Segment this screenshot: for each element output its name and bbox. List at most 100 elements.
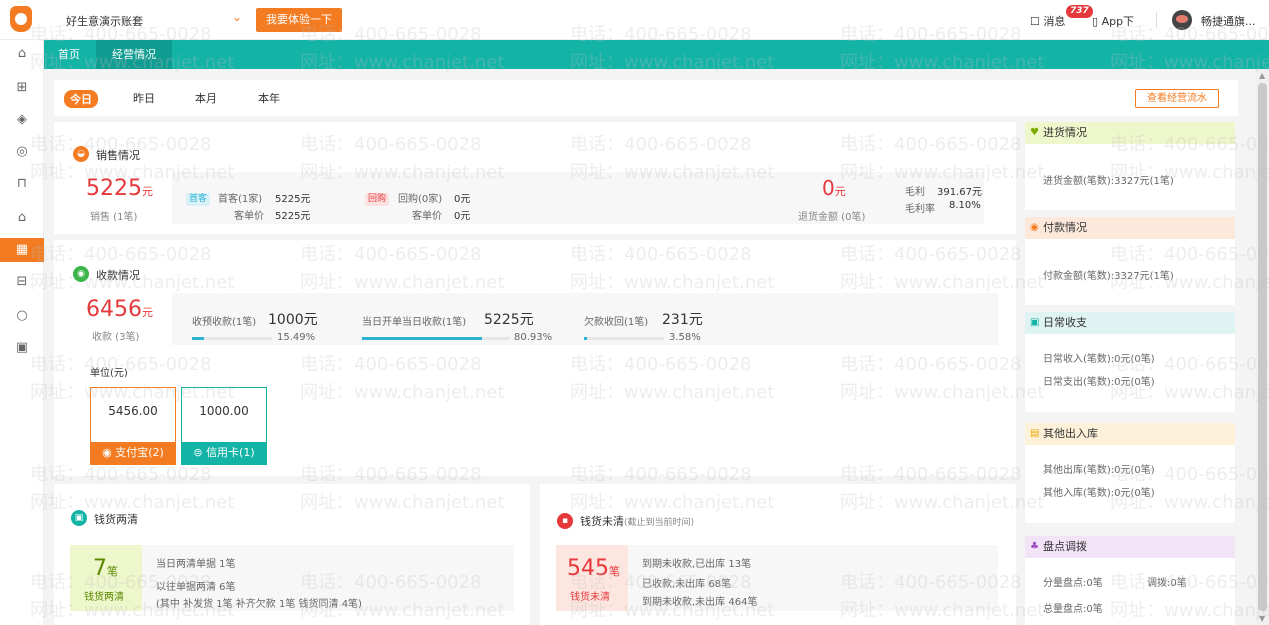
messages-link[interactable]: ☐ 消息	[1030, 13, 1065, 29]
warehouse-icon[interactable]: ⌂	[0, 206, 44, 230]
try-button[interactable]: 我要体验一下	[256, 8, 342, 32]
alipay-label: 支付宝(2)	[115, 446, 164, 459]
other-section[interactable]: ▤ 其他出入库 其他出库(笔数):0元(0笔) 其他入库(笔数):0元(0笔)	[1025, 423, 1235, 523]
payment-header: ◉ 付款情况	[1025, 217, 1235, 239]
username[interactable]: 畅捷通旗...	[1201, 13, 1256, 29]
first-avg-value: 5225元	[275, 211, 311, 222]
other-in: 其他入库(笔数):0元(0笔)	[1043, 488, 1155, 499]
account-selector[interactable]: 好生意演示账套	[66, 13, 143, 29]
shop-icon[interactable]: ◈	[0, 108, 44, 132]
credit-card-footer: ⊜ 信用卡(1)	[182, 442, 266, 464]
stock-partial: 分量盘点:0笔	[1043, 578, 1103, 589]
avatar[interactable]	[1172, 10, 1192, 30]
notes-icon[interactable]: ▣	[0, 336, 44, 360]
uncleared-line-2: 已收款,未出库 68笔	[642, 579, 732, 590]
period-year[interactable]: 本年	[258, 90, 280, 106]
return-count: 退货金额 (0笔)	[798, 212, 866, 223]
receipt-item-pct-1: 80.93%	[514, 332, 553, 343]
scroll-thumb[interactable]	[1258, 83, 1267, 611]
daily-section[interactable]: ▣ 日常收支 日常收入(笔数):0元(0笔) 日常支出(笔数):0元(0笔)	[1025, 312, 1235, 412]
view-flow-button[interactable]: 查看经营流水	[1135, 89, 1219, 108]
purchase-title: 进货情况	[1043, 126, 1087, 139]
receipt-item-value-0: 1000元	[268, 312, 318, 328]
stock-section[interactable]: ♣ 盘点调拨 分量盘点:0笔 调拨:0笔 总量盘点:0笔	[1025, 536, 1235, 625]
other-title: 其他出入库	[1043, 427, 1098, 440]
daily-title: 日常收支	[1043, 316, 1087, 329]
payment-title: 付款情况	[1043, 221, 1087, 234]
alipay-footer: ◉ 支付宝(2)	[91, 442, 175, 464]
receipt-item-pct-0: 15.49%	[277, 332, 316, 343]
first-avg-label: 客单价	[234, 211, 264, 222]
app-download-label: App下	[1101, 15, 1135, 28]
payment-section[interactable]: ◉ 付款情况 付款金额(笔数):3327元(1笔)	[1025, 217, 1235, 305]
cleared-line-1: 当日两清单据 1笔	[156, 559, 236, 570]
receipts-count: 收款 (3笔)	[92, 332, 140, 343]
scroll-down-icon[interactable]: ▼	[1259, 614, 1265, 623]
package-icon[interactable]: ⊓	[0, 172, 44, 196]
daily-income: 日常收入(笔数):0元(0笔)	[1043, 354, 1155, 365]
report-icon[interactable]: ▦	[0, 238, 44, 262]
receipt-bar-fill-2	[584, 337, 587, 340]
receipt-item-label-2: 欠款收回(1笔)	[584, 317, 649, 328]
repeat-avg-label: 客单价	[412, 211, 442, 222]
vertical-scrollbar[interactable]: ▲ ▼	[1256, 69, 1269, 625]
uncleared-count: 545笔	[567, 556, 620, 581]
wallet-icon: ▣	[71, 510, 87, 526]
purchase-section[interactable]: ♥ 进货情况 进货金额(笔数):3327元(1笔)	[1025, 122, 1235, 210]
gross-profit-value: 391.67元	[937, 187, 982, 198]
receipt-item-value-2: 231元	[662, 312, 703, 328]
receipt-item-label-0: 收预收款(1笔)	[192, 317, 257, 328]
receipt-bar-0	[192, 337, 272, 340]
first-customer-tag: 首客	[186, 193, 211, 206]
receipts-title: 收款情况	[96, 269, 140, 282]
receipt-bar-fill-1	[362, 337, 482, 340]
credit-card-amount: 1000.00	[199, 404, 249, 418]
payment-line: 付款金额(笔数):3327元(1笔)	[1043, 271, 1174, 282]
receipt-bar-2	[584, 337, 664, 340]
bag-icon[interactable]: ◎	[0, 140, 44, 164]
receipt-item-label-1: 当日开单当日收款(1笔)	[362, 317, 467, 328]
gross-rate-label: 毛利率	[905, 204, 935, 215]
cart-icon: ◒	[73, 146, 89, 162]
repeat-customer-value: 0元	[454, 194, 471, 205]
period-month[interactable]: 本月	[195, 90, 217, 106]
tab-business[interactable]: 经营情况	[96, 40, 172, 69]
alipay-amount: 5456.00	[108, 404, 158, 418]
scroll-up-icon[interactable]: ▲	[1259, 71, 1265, 80]
alipay-box[interactable]: 5456.00 ◉ 支付宝(2)	[90, 387, 176, 465]
uncleared-badge: 钱货未清	[570, 592, 610, 603]
app-logo-icon[interactable]	[10, 6, 32, 32]
tab-home[interactable]: 首页	[58, 40, 80, 69]
period-yesterday[interactable]: 昨日	[133, 90, 155, 106]
topbar-divider	[1156, 12, 1157, 28]
ledger-icon[interactable]: ⊟	[0, 270, 44, 294]
purchase-icon: ♥	[1030, 127, 1039, 138]
sales-count: 销售 (1笔)	[90, 212, 138, 223]
chevron-down-icon[interactable]: ⌄	[232, 10, 242, 24]
stock-transfer: 调拨:0笔	[1147, 578, 1187, 589]
receipt-item-pct-2: 3.58%	[669, 332, 701, 343]
repeat-customer-label: 回购(0家)	[398, 194, 443, 205]
gross-profit-label: 毛利	[905, 187, 925, 198]
period-bar	[54, 80, 1238, 116]
home-icon[interactable]: ⌂	[0, 42, 44, 66]
gift-icon[interactable]: ⊞	[0, 76, 44, 100]
receipts-amount: 6456元	[86, 297, 153, 322]
return-amount: 0元	[822, 176, 846, 200]
messages-badge: 737	[1066, 5, 1093, 18]
unit-label: 单位(元)	[90, 368, 128, 379]
app-download-link[interactable]: ▯ App下	[1092, 13, 1134, 29]
first-customer-value: 5225元	[275, 194, 311, 205]
daily-expense: 日常支出(笔数):0元(0笔)	[1043, 377, 1155, 388]
settings-icon[interactable]: ○	[0, 304, 44, 328]
other-icon: ▤	[1030, 428, 1040, 439]
daily-header: ▣ 日常收支	[1025, 312, 1235, 334]
credit-card-box[interactable]: 1000.00 ⊜ 信用卡(1)	[181, 387, 267, 465]
other-header: ▤ 其他出入库	[1025, 423, 1235, 445]
cleared-title: 钱货两清	[94, 513, 138, 526]
stock-total: 总量盘点:0笔	[1043, 604, 1103, 615]
period-today[interactable]: 今日	[64, 90, 98, 108]
messages-label: 消息	[1043, 15, 1066, 28]
repeat-customer-tag: 回购	[365, 193, 390, 206]
box-icon: ▪	[557, 513, 573, 529]
